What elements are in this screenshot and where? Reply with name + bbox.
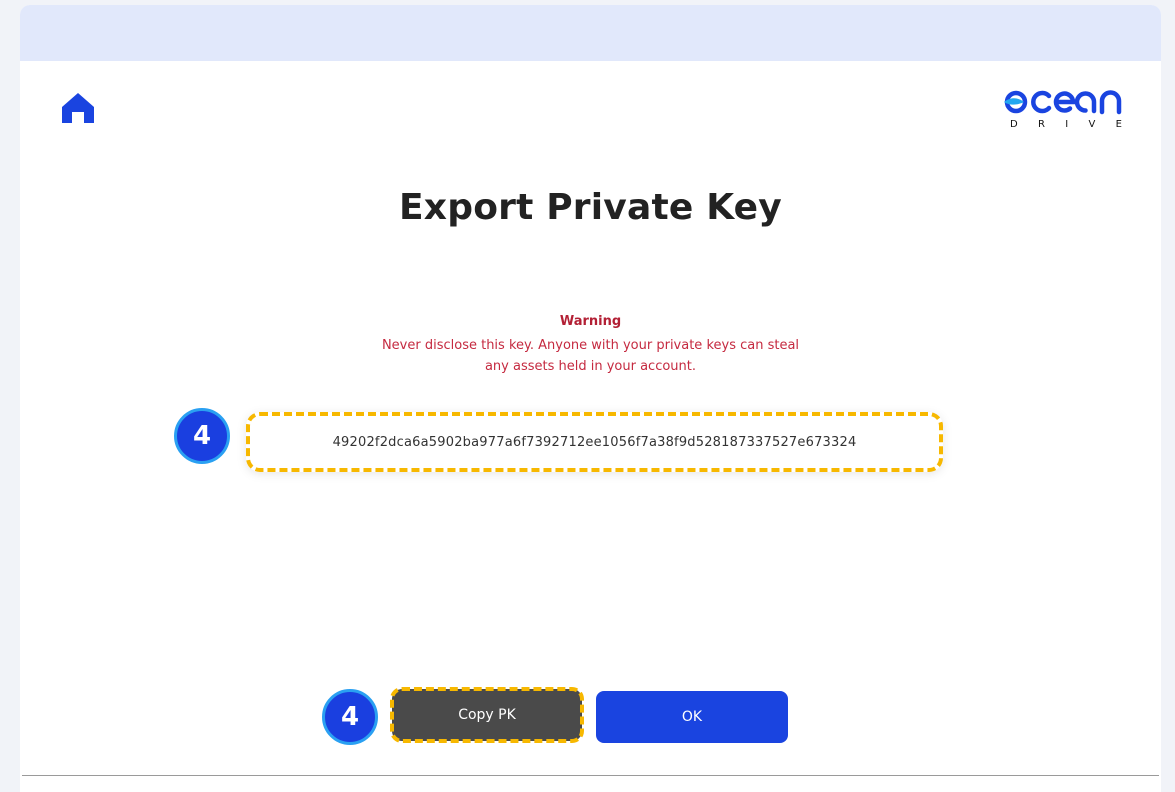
export-private-key-card: D R I V E Export Private Key Warning Nev… (20, 5, 1161, 792)
step-badge: 4 (322, 689, 378, 745)
warning-message: Never disclose this key. Anyone with you… (381, 338, 800, 374)
logo-letter: V (1088, 119, 1096, 130)
logo-letter: I (1065, 119, 1069, 130)
logo-wordmark (1004, 90, 1122, 115)
logo-letter: R (1038, 119, 1045, 130)
bottom-divider (22, 775, 1159, 776)
warning-title: Warning (559, 314, 622, 329)
ok-button[interactable]: OK (596, 691, 788, 743)
step-badge: 4 (174, 408, 230, 464)
private-key-value: 49202f2dca6a5902ba977a6f7392712ee1056f7a… (332, 434, 857, 450)
copy-pk-button[interactable]: Copy PK (390, 687, 584, 743)
logo-letter: D (1010, 119, 1018, 130)
private-key-field[interactable]: 49202f2dca6a5902ba977a6f7392712ee1056f7a… (246, 412, 943, 472)
logo-subtitle: D R I V E (1010, 119, 1122, 131)
page-title: Export Private Key (399, 187, 782, 228)
logo-letter: E (1115, 119, 1122, 130)
top-bar (20, 5, 1161, 61)
home-icon[interactable] (60, 90, 96, 126)
ocean-drive-logo: D R I V E (1002, 85, 1124, 131)
